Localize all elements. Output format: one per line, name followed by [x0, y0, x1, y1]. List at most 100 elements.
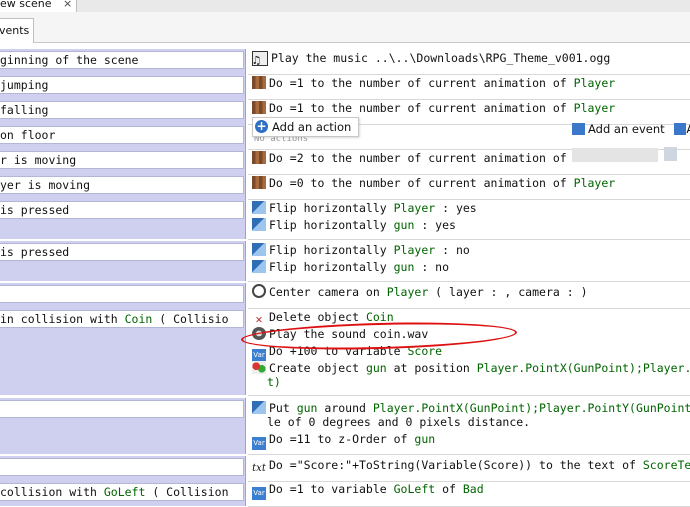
- scene-tab[interactable]: ew scene ×: [0, 0, 77, 12]
- tab-events-label: vents: [0, 24, 30, 37]
- object-name: gun: [296, 401, 318, 415]
- object-name: Player: [573, 176, 616, 190]
- add-action-button[interactable]: + Add an action: [252, 117, 359, 137]
- object-name: Score: [407, 344, 443, 358]
- flip-icon: [252, 260, 266, 273]
- action-text: ( Collisio: [152, 312, 229, 326]
- event-action[interactable]: Do =0 to the number of current animation…: [252, 175, 615, 192]
- add-event-icon: [572, 123, 585, 135]
- event-action[interactable]: Do =2 to the number of current animation…: [252, 150, 567, 167]
- action-text: Do =2 to the number of current animation…: [269, 151, 567, 165]
- camera-icon: [252, 284, 266, 298]
- event-action[interactable]: Flip horizontally Player : no: [252, 242, 470, 259]
- condition-text: jumping: [0, 76, 244, 94]
- action-text: Do =1 to the number of current animation…: [269, 101, 574, 115]
- action-text: Center camera on: [269, 285, 387, 299]
- action-text: Do =11 to z-Order of: [269, 432, 415, 446]
- condition-text: ginning of the scene: [0, 51, 244, 69]
- top-tab-strip: [0, 0, 690, 12]
- action-text: Put: [269, 401, 297, 415]
- variable-icon: Var: [252, 437, 266, 450]
- event-action[interactable]: Center camera on Player ( layer : , came…: [252, 284, 588, 301]
- event-action[interactable]: Flip horizontally gun : no: [252, 259, 449, 276]
- obscured-region: [572, 148, 658, 162]
- event-action[interactable]: Flip horizontally Player : yes: [252, 200, 477, 217]
- event-condition[interactable]: on floor: [0, 124, 246, 149]
- event-condition[interactable]: falling: [0, 99, 246, 124]
- event-action[interactable]: Var Do =11 to z-Order of gun: [252, 431, 436, 450]
- object-name: Player.PointX(GunPoint);Player.PointY(Gu…: [372, 401, 690, 415]
- object-name: Player: [573, 101, 616, 115]
- event-condition[interactable]: [0, 398, 246, 454]
- add-action-label: Add an action: [272, 120, 352, 134]
- event-condition[interactable]: ginning of the scene: [0, 49, 246, 74]
- event-action[interactable]: t): [267, 374, 281, 391]
- event-action[interactable]: Var Do =1 to variable GoLeft of Bad: [252, 481, 484, 500]
- event-action[interactable]: Play the sound coin.wav: [252, 326, 428, 343]
- animation-icon: [252, 176, 266, 189]
- event-condition[interactable]: is pressed: [0, 241, 246, 281]
- action-text: Delete object: [269, 310, 366, 324]
- create-object-icon: [252, 361, 266, 374]
- action-text: Play the sound coin.wav: [269, 327, 429, 341]
- event-action[interactable]: ♫ Play the music ..\..\Downloads\RPG_Them…: [252, 50, 610, 67]
- action-text: in collision with: [0, 312, 125, 326]
- action-text: : no: [414, 260, 450, 274]
- condition-text: is pressed: [0, 201, 244, 219]
- action-text: ( layer : , camera : ): [428, 285, 588, 299]
- event-condition[interactable]: jumping: [0, 74, 246, 99]
- condition-text: [0, 458, 244, 476]
- object-name: gun: [414, 432, 436, 446]
- sound-icon: [252, 327, 266, 340]
- object-name: Player: [386, 285, 429, 299]
- row-separator: [248, 239, 690, 240]
- close-icon[interactable]: ×: [63, 0, 72, 9]
- event-condition[interactable]: [0, 283, 246, 308]
- row-separator: [248, 281, 690, 282]
- event-condition[interactable]: in collision with Coin ( Collisio: [0, 308, 246, 395]
- animation-icon: [252, 101, 266, 114]
- condition-text: falling: [0, 101, 244, 119]
- event-action[interactable]: ✕ Delete object Coin: [252, 309, 394, 326]
- condition-text: [0, 400, 244, 418]
- action-text: Do =1 to the number of current animation…: [269, 76, 574, 90]
- event-condition[interactable]: [0, 456, 246, 481]
- action-text: at position: [386, 361, 477, 375]
- event-action[interactable]: Flip horizontally gun : yes: [252, 217, 456, 234]
- action-text: le of 0 degrees and 0 pixels distance.: [267, 415, 531, 429]
- add-event-button[interactable]: Add an event A: [572, 121, 690, 137]
- condition-text: [0, 285, 244, 303]
- action-text: Do =1 to variable: [269, 482, 394, 496]
- event-action[interactable]: Do =1 to the number of current animation…: [252, 100, 615, 117]
- tab-events[interactable]: vents: [0, 18, 34, 43]
- flip-icon: [252, 201, 266, 214]
- condition-text: collision with GoLeft ( Collision: [0, 483, 244, 501]
- row-separator: [248, 395, 690, 396]
- plus-icon: +: [255, 119, 268, 133]
- event-condition[interactable]: collision with GoLeft ( Collision: [0, 481, 246, 506]
- event-condition[interactable]: r is moving: [0, 149, 246, 174]
- event-action[interactable]: Create object gun at position Player.Poi…: [252, 360, 690, 377]
- object-name: Coin: [124, 312, 153, 326]
- event-condition[interactable]: is pressed: [0, 199, 246, 239]
- event-action[interactable]: Var Do +100 to variable Score: [252, 343, 443, 362]
- animation-icon: [252, 76, 266, 89]
- condition-text: is pressed: [0, 243, 244, 261]
- object-name: gun: [365, 361, 387, 375]
- condition-text: in collision with Coin ( Collisio: [0, 310, 244, 328]
- event-condition[interactable]: yer is moving: [0, 174, 246, 199]
- action-text: Play the music ..\..\Downloads\RPG_Theme…: [271, 51, 611, 65]
- action-text: : yes: [435, 201, 477, 215]
- event-action[interactable]: le of 0 degrees and 0 pixels distance.: [267, 414, 530, 431]
- action-text: Do =0 to the number of current animation…: [269, 176, 574, 190]
- condition-text: r is moving: [0, 151, 244, 169]
- text-icon: txt: [252, 463, 266, 474]
- action-text: : no: [435, 243, 470, 257]
- action-text: Flip horizontally: [269, 260, 394, 274]
- event-action[interactable]: txt Do ="Score:"+ToString(Variable(Score)…: [252, 457, 690, 474]
- add-more-icon[interactable]: [674, 123, 687, 135]
- action-text: collision with: [0, 485, 104, 499]
- variable-icon: Var: [252, 487, 266, 500]
- event-action[interactable]: Do =1 to the number of current animation…: [252, 75, 615, 92]
- object-name: Bad: [462, 482, 484, 496]
